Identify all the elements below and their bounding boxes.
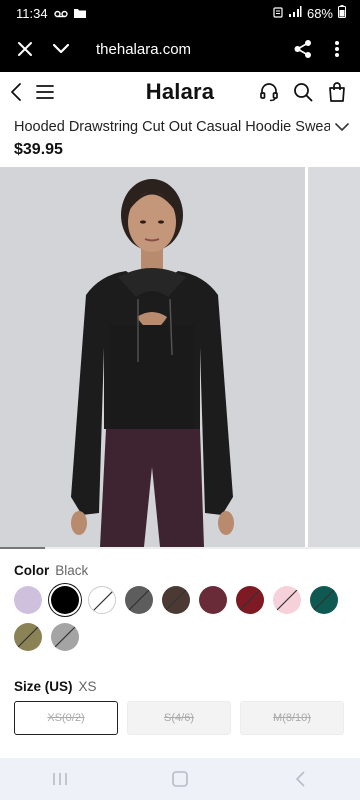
status-bar: 11:34 68%	[0, 0, 360, 26]
selected-color-value: Black	[55, 563, 89, 578]
color-swatch-brown[interactable]	[162, 586, 190, 614]
color-label: Color	[14, 563, 50, 578]
alarm-icon	[273, 6, 283, 21]
color-swatch-olive[interactable]	[14, 623, 42, 651]
color-swatch-teal[interactable]	[310, 586, 338, 614]
voicemail-icon	[53, 6, 68, 21]
color-swatch-burgundy[interactable]	[199, 586, 227, 614]
color-swatch-light-pink[interactable]	[273, 586, 301, 614]
headset-icon[interactable]	[258, 81, 280, 103]
chevron-down-icon[interactable]	[48, 36, 74, 62]
close-icon[interactable]	[12, 36, 38, 62]
size-option-0[interactable]: XS(0/2)	[14, 701, 118, 735]
size-label: Size (US)	[14, 679, 73, 694]
share-icon[interactable]	[290, 36, 316, 62]
chevron-left-icon[interactable]	[10, 81, 28, 103]
home-icon[interactable]	[160, 767, 200, 791]
hamburger-menu-icon[interactable]	[36, 81, 56, 103]
folder-icon	[73, 6, 86, 21]
color-swatch-light-gray[interactable]	[51, 623, 79, 651]
site-header: Halara	[0, 72, 360, 112]
url-bar[interactable]: thehalara.com	[96, 41, 191, 58]
color-label-row: Color Black	[14, 563, 88, 578]
color-swatch-red[interactable]	[236, 586, 264, 614]
search-icon[interactable]	[292, 81, 314, 103]
color-swatch-dark-gray[interactable]	[125, 586, 153, 614]
size-label-row: Size (US) XS	[14, 679, 97, 694]
size-option-2[interactable]: M(8/10)	[240, 701, 344, 735]
color-swatch-lilac[interactable]	[14, 586, 42, 614]
size-option-1[interactable]: S(4/6)	[127, 701, 231, 735]
product-image-gallery[interactable]	[0, 167, 360, 547]
expand-title-chevron-icon[interactable]	[332, 117, 352, 137]
product-title: Hooded Drawstring Cut Out Casual Hoodie …	[14, 119, 330, 135]
back-icon[interactable]	[280, 767, 320, 791]
recent-apps-icon[interactable]	[40, 767, 80, 791]
gallery-progress-track	[0, 547, 360, 549]
product-photo	[0, 167, 305, 547]
product-price: $39.95	[14, 141, 63, 158]
battery-icon	[338, 5, 346, 21]
next-product-photo[interactable]	[308, 167, 360, 547]
selected-size-value: XS	[78, 679, 97, 694]
browser-toolbar: thehalara.com	[0, 26, 360, 72]
color-swatch-black[interactable]	[51, 586, 79, 614]
status-time: 11:34	[16, 5, 48, 21]
color-swatch-white[interactable]	[88, 586, 116, 614]
gallery-progress-indicator	[0, 547, 45, 549]
product-title-row: Hooded Drawstring Cut Out Casual Hoodie …	[0, 114, 360, 140]
battery-level: 68%	[306, 5, 333, 21]
more-vertical-icon[interactable]	[324, 36, 350, 62]
system-navigation-bar	[0, 758, 360, 800]
shopping-bag-icon[interactable]	[326, 81, 348, 103]
signal-icon	[288, 5, 302, 21]
